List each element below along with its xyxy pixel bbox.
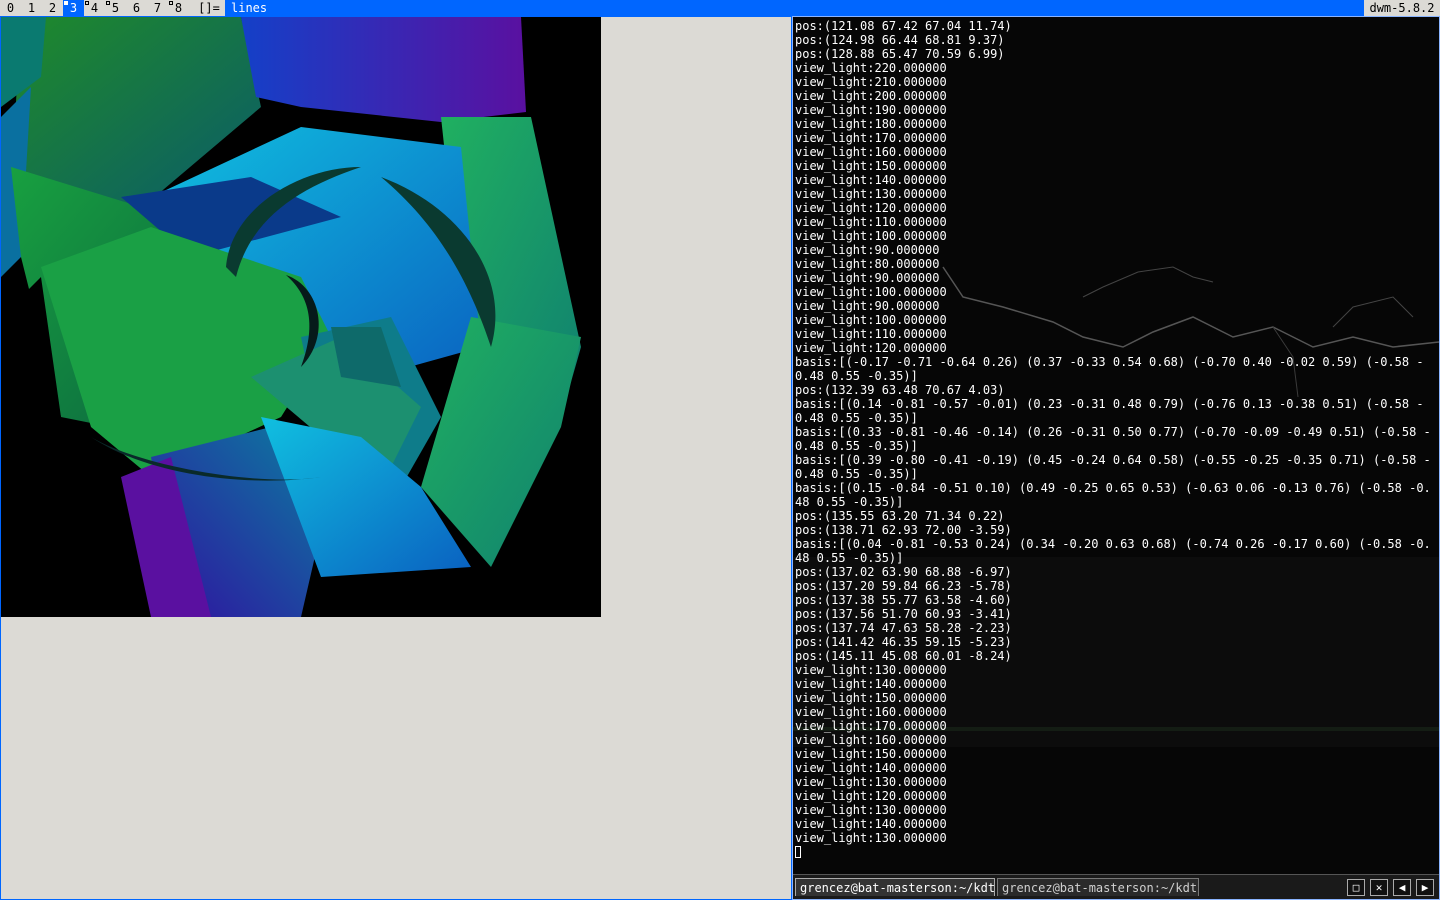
terminal-line: view_light:200.000000 <box>795 89 947 103</box>
gl-window[interactable] <box>0 16 792 900</box>
terminal-window[interactable]: pos:(121.08 67.42 67.04 11.74) pos:(124.9… <box>792 16 1440 900</box>
prev-tab-icon[interactable]: ◀ <box>1393 879 1411 896</box>
terminal-line: basis:[(0.39 -0.80 -0.41 -0.19) (0.45 -0… <box>795 453 1431 481</box>
tag-label: 2 <box>48 1 57 15</box>
terminal-line: view_light:120.000000 <box>795 789 947 803</box>
terminal-line: pos:(138.71 62.93 72.00 -3.59) <box>795 523 1012 537</box>
terminal-line: pos:(121.08 67.42 67.04 11.74) <box>795 19 1012 33</box>
terminal-line: basis:[(-0.17 -0.71 -0.64 0.26) (0.37 -0… <box>795 355 1424 383</box>
terminal-line: pos:(137.02 63.90 68.88 -6.97) <box>795 565 1012 579</box>
terminal-line: view_light:110.000000 <box>795 327 947 341</box>
tag-label: 6 <box>132 1 141 15</box>
terminal-line: view_light:100.000000 <box>795 285 947 299</box>
terminal-line: view_light:130.000000 <box>795 831 947 845</box>
terminal-line: basis:[(0.04 -0.81 -0.53 0.24) (0.34 -0.… <box>795 537 1431 565</box>
occupied-indicator-icon <box>106 1 110 5</box>
terminal-line: view_light:80.000000 <box>795 257 940 271</box>
terminal-line: view_light:160.000000 <box>795 705 947 719</box>
close-tab-icon[interactable]: ✕ <box>1370 879 1388 896</box>
tag-label: 0 <box>6 1 15 15</box>
terminal-line: view_light:100.000000 <box>795 313 947 327</box>
terminal-line: pos:(135.55 63.20 71.34 0.22) <box>795 509 1005 523</box>
terminal-line: view_light:130.000000 <box>795 803 947 817</box>
terminal-line: view_light:90.000000 <box>795 299 940 313</box>
terminal-line: basis:[(0.33 -0.81 -0.46 -0.14) (0.26 -0… <box>795 425 1431 453</box>
terminal-line: pos:(137.56 51.70 60.93 -3.41) <box>795 607 1012 621</box>
tag-0[interactable]: 0 <box>0 0 21 16</box>
terminal-line: view_light:170.000000 <box>795 131 947 145</box>
window-title: lines <box>225 0 1364 16</box>
tag-1[interactable]: 1 <box>21 0 42 16</box>
tag-8[interactable]: 8 <box>168 0 189 16</box>
terminal-line: view_light:160.000000 <box>795 733 947 747</box>
terminal-line: view_light:90.000000 <box>795 243 940 257</box>
terminal-line: view_light:170.000000 <box>795 719 947 733</box>
terminal-line: view_light:150.000000 <box>795 691 947 705</box>
occupied-indicator-icon <box>85 1 89 5</box>
occupied-indicator-icon <box>64 1 68 5</box>
terminal-line: view_light:160.000000 <box>795 145 947 159</box>
terminal-tab-bar: grencez@bat-masterson:~/kdt grencez@bat-m… <box>793 874 1439 899</box>
terminal-line: pos:(128.88 65.47 70.59 6.99) <box>795 47 1005 61</box>
terminal-line: view_light:220.000000 <box>795 61 947 75</box>
terminal-line: basis:[(0.14 -0.81 -0.57 -0.01) (0.23 -0… <box>795 397 1424 425</box>
terminal-line: pos:(141.42 46.35 59.15 -5.23) <box>795 635 1012 649</box>
terminal-line: view_light:140.000000 <box>795 173 947 187</box>
tag-3[interactable]: 3 <box>63 0 84 16</box>
next-tab-icon[interactable]: ▶ <box>1416 879 1434 896</box>
terminal-line: view_light:180.000000 <box>795 117 947 131</box>
occupied-indicator-icon <box>169 1 173 5</box>
terminal-line: pos:(137.74 47.63 58.28 -2.23) <box>795 621 1012 635</box>
terminal-line: view_light:130.000000 <box>795 187 947 201</box>
terminal-line: view_light:150.000000 <box>795 747 947 761</box>
terminal-output[interactable]: pos:(121.08 67.42 67.04 11.74) pos:(124.9… <box>795 19 1435 859</box>
terminal-line: view_light:110.000000 <box>795 215 947 229</box>
status-text: dwm-5.8.2 <box>1364 0 1440 16</box>
terminal-line: pos:(132.39 63.48 70.67 4.03) <box>795 383 1005 397</box>
tag-list: 012345678 <box>0 0 189 16</box>
terminal-line: pos:(137.38 55.77 63.58 -4.60) <box>795 593 1012 607</box>
terminal-line: view_light:130.000000 <box>795 663 947 677</box>
terminal-line: pos:(124.98 66.44 68.81 9.37) <box>795 33 1005 47</box>
terminal-line: pos:(145.11 45.08 60.01 -8.24) <box>795 649 1012 663</box>
terminal-line: view_light:190.000000 <box>795 103 947 117</box>
terminal-line: view_light:130.000000 <box>795 775 947 789</box>
tag-label: 1 <box>27 1 36 15</box>
terminal-line: view_light:90.000000 <box>795 271 940 285</box>
gl-render-canvas[interactable] <box>1 17 601 617</box>
tag-6[interactable]: 6 <box>126 0 147 16</box>
terminal-line: basis:[(0.15 -0.84 -0.51 0.10) (0.49 -0.… <box>795 481 1431 509</box>
tag-label: 5 <box>111 1 120 15</box>
terminal-line: view_light:100.000000 <box>795 229 947 243</box>
tag-label: 8 <box>174 1 183 15</box>
terminal-line: view_light:120.000000 <box>795 341 947 355</box>
layout-symbol[interactable]: []= <box>194 0 224 16</box>
terminal-cursor <box>795 846 801 858</box>
terminal-line: view_light:140.000000 <box>795 817 947 831</box>
tag-label: 3 <box>69 1 78 15</box>
tag-2[interactable]: 2 <box>42 0 63 16</box>
tag-label: 7 <box>153 1 162 15</box>
tag-4[interactable]: 4 <box>84 0 105 16</box>
terminal-line: view_light:210.000000 <box>795 75 947 89</box>
terminal-line: pos:(137.20 59.84 66.23 -5.78) <box>795 579 1012 593</box>
new-tab-icon[interactable]: □ <box>1347 879 1365 896</box>
tag-5[interactable]: 5 <box>105 0 126 16</box>
terminal-line: view_light:120.000000 <box>795 201 947 215</box>
terminal-line: view_light:150.000000 <box>795 159 947 173</box>
terminal-line: view_light:140.000000 <box>795 677 947 691</box>
terminal-line: view_light:140.000000 <box>795 761 947 775</box>
dwm-bar: 012345678 []= lines dwm-5.8.2 <box>0 0 1440 16</box>
terminal-tab[interactable]: grencez@bat-masterson:~/kdt <box>997 878 1199 896</box>
terminal-tab[interactable]: grencez@bat-masterson:~/kdt <box>795 878 995 896</box>
tag-label: 4 <box>90 1 99 15</box>
tag-7[interactable]: 7 <box>147 0 168 16</box>
